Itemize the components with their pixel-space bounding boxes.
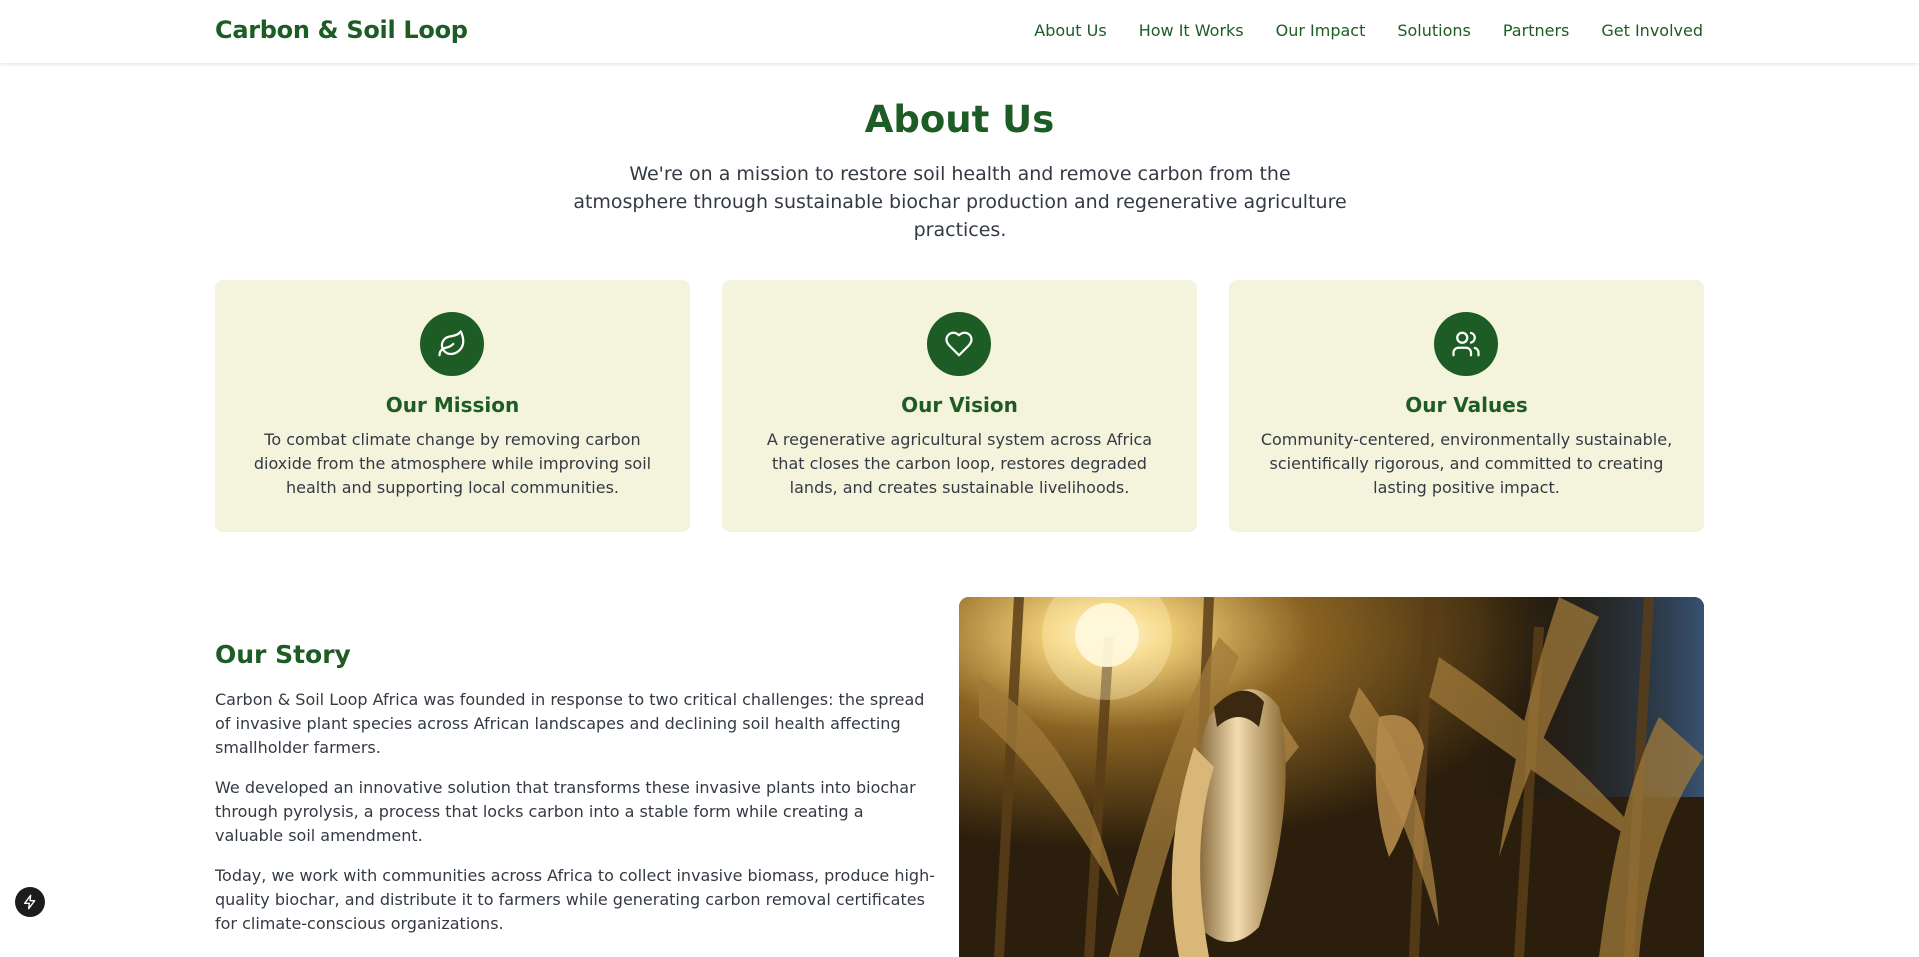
story-paragraph-3: Today, we work with communities across A… (215, 866, 935, 933)
bolt-icon (24, 894, 36, 910)
leaf-icon (438, 330, 465, 357)
mission-icon-circle (420, 312, 484, 376)
mission-title: Our Mission (385, 393, 520, 417)
values-title: Our Values (1405, 393, 1528, 417)
values-text: Community-centered, environmentally sust… (1260, 430, 1673, 497)
mission-text: To combat climate change by removing car… (253, 430, 652, 497)
page-subtitle: We're on a mission to restore soil healt… (573, 163, 1347, 241)
corn-field-photo (959, 597, 1704, 957)
nav-our-impact[interactable]: Our Impact (1276, 21, 1366, 40)
values-icon-circle (1434, 312, 1498, 376)
nav-about-us[interactable]: About Us (1034, 21, 1106, 40)
brand-logo[interactable]: Carbon & Soil Loop (215, 16, 468, 44)
vision-title: Our Vision (901, 393, 1018, 417)
nav-partners[interactable]: Partners (1503, 21, 1569, 40)
heart-icon (945, 331, 973, 357)
page-title: About Us (864, 98, 1055, 141)
story-paragraph-1: Carbon & Soil Loop Africa was founded in… (215, 690, 925, 757)
corn-field-illustration (959, 597, 1704, 957)
vision-card: Our Vision A regenerative agricultural s… (722, 280, 1197, 532)
nav-how-it-works[interactable]: How It Works (1139, 21, 1244, 40)
nav-get-involved[interactable]: Get Involved (1601, 21, 1703, 40)
main-nav: About Us How It Works Our Impact Solutio… (1034, 21, 1703, 40)
top-navbar: Carbon & Soil Loop About Us How It Works… (0, 0, 1919, 63)
story-paragraph-2: We developed an innovative solution that… (215, 778, 916, 845)
story-title: Our Story (215, 640, 351, 669)
vision-text: A regenerative agricultural system acros… (766, 430, 1153, 497)
nav-solutions[interactable]: Solutions (1397, 21, 1471, 40)
users-icon (1452, 331, 1480, 357)
mission-card: Our Mission To combat climate change by … (215, 280, 690, 532)
vision-icon-circle (927, 312, 991, 376)
bolt-badge-button[interactable] (15, 887, 45, 917)
values-card: Our Values Community-centered, environme… (1229, 280, 1704, 532)
